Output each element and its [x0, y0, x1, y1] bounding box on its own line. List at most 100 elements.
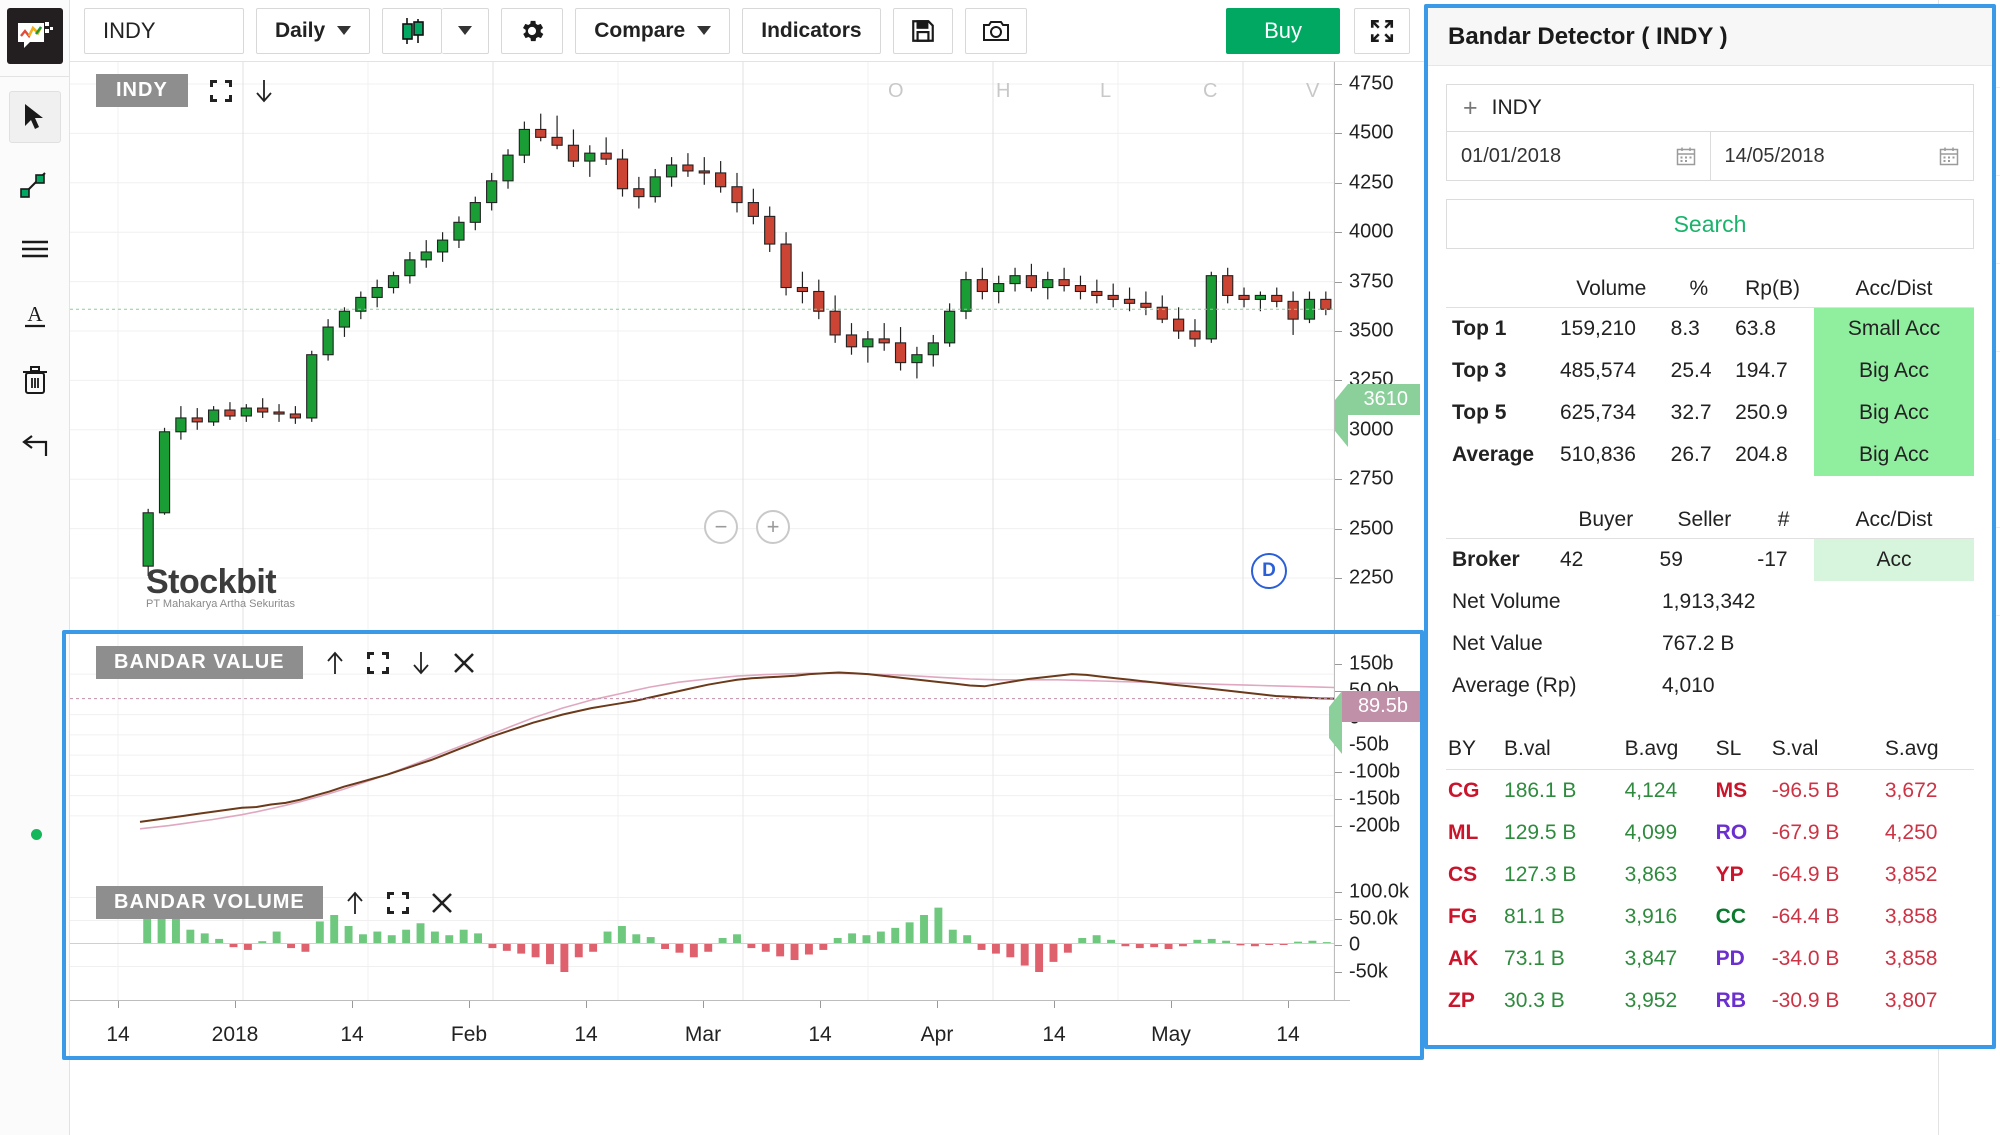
compare-button[interactable]: Compare [575, 8, 730, 54]
table-cell: 250.9 [1731, 392, 1814, 434]
table-cell: 194.7 [1731, 350, 1814, 392]
chart-settings-button[interactable] [501, 8, 563, 54]
table-row[interactable]: AK73.1 B3,847PD-34.0 B3,858 [1446, 938, 1974, 980]
col-header: Volume [1556, 271, 1667, 308]
zoom-in-button[interactable]: + [756, 510, 790, 544]
chart-type-dropdown[interactable] [442, 8, 489, 54]
date-from-field[interactable]: 01/01/2018 [1447, 132, 1710, 180]
save-icon [910, 18, 936, 44]
down-arrow-icon[interactable] [411, 651, 431, 675]
price-y-axis[interactable]: 4750450042504000375035003250300027502500… [1334, 62, 1424, 632]
bandar-volume-y-axis[interactable]: 100.0k50.0k0-50k [1334, 872, 1424, 1000]
sidebar-item-horizontal-lines-tool[interactable] [9, 223, 61, 275]
compare-label: Compare [594, 19, 685, 43]
bandar-value-title: BANDAR VALUE [96, 646, 303, 679]
y-tick-label: 2750 [1349, 468, 1394, 491]
fullscreen-button[interactable] [1354, 8, 1410, 54]
stockbit-watermark: Stockbit PT Mahakarya Artha Sekuritas [146, 563, 295, 610]
fullscreen-icon[interactable] [367, 652, 389, 674]
lines-icon [20, 238, 50, 260]
legend-collapse-icon[interactable] [254, 79, 274, 103]
up-arrow-icon[interactable] [325, 651, 345, 675]
table-cell: -34.0 B [1770, 938, 1883, 980]
table-cell: 3,852 [1883, 854, 1974, 896]
chevron-down-icon [337, 26, 351, 35]
stockbit-logo[interactable] [7, 8, 63, 64]
trash-icon [22, 366, 48, 396]
timeframe-label: Daily [275, 19, 325, 43]
table-cell: 625,734 [1556, 392, 1667, 434]
symbol-input[interactable]: INDY [84, 8, 244, 54]
close-icon[interactable] [453, 652, 475, 674]
panel-title: Bandar Detector ( INDY ) [1428, 8, 1992, 66]
sidebar-item-delete-tool[interactable] [9, 355, 61, 407]
col-header: S.val [1770, 733, 1883, 770]
date-from-value: 01/01/2018 [1461, 145, 1561, 168]
chart-type-button[interactable] [382, 8, 442, 54]
text-a-icon: A [21, 301, 49, 329]
table-cell: 3,858 [1883, 938, 1974, 980]
date-range-row: 01/01/2018 14/05/20 [1446, 132, 1974, 181]
bandar-value-y-axis[interactable]: 150b50.0b0-50b-100b-150b-200b [1334, 632, 1424, 872]
date-to-field[interactable]: 14/05/2018 [1710, 132, 1974, 180]
save-layout-button[interactable] [893, 8, 953, 54]
x-tick-label: 14 [340, 1023, 363, 1047]
table-cell: FG [1446, 896, 1502, 938]
indicators-button[interactable]: Indicators [742, 8, 880, 54]
table-cell: 25.4 [1667, 350, 1731, 392]
x-axis[interactable]: 14201814Feb14Mar14Apr14May14 [70, 1000, 1350, 1060]
dividend-marker[interactable]: D [1251, 553, 1287, 589]
buy-button[interactable]: Buy [1226, 8, 1340, 54]
trendline-icon [20, 168, 50, 198]
table-cell: 3,672 [1883, 770, 1974, 813]
y-tick [1335, 380, 1342, 381]
table-cell: Top 3 [1446, 350, 1556, 392]
sidebar-item-undo-tool[interactable] [9, 421, 61, 473]
x-tick [937, 1001, 938, 1008]
sidebar-item-cursor-tool[interactable] [9, 91, 61, 143]
table-row[interactable]: FG81.1 B3,916CC-64.4 B3,858 [1446, 896, 1974, 938]
snapshot-button[interactable] [965, 8, 1027, 54]
x-tick-label: Apr [921, 1023, 954, 1047]
table-row[interactable]: ML129.5 B4,099RO-67.9 B4,250 [1446, 812, 1974, 854]
symbol-search-input[interactable]: + INDY [1446, 84, 1974, 132]
table-row: Top 1159,2108.363.8Small Acc [1446, 308, 1974, 351]
sidebar-item-trendline-tool[interactable] [9, 157, 61, 209]
timeframe-dropdown[interactable]: Daily [256, 8, 370, 54]
y-tick-label: 3000 [1349, 418, 1394, 441]
table-cell: -64.4 B [1770, 896, 1883, 938]
legend-fullscreen-icon[interactable] [210, 80, 232, 102]
stat-row: Net Value767.2 B [1446, 623, 1974, 665]
bandar-volume-panel[interactable]: BANDAR VOLUME 100.0k50 [70, 872, 1424, 1000]
up-arrow-icon[interactable] [345, 891, 365, 915]
table-row[interactable]: ZP30.3 B3,952RB-30.9 B3,807 [1446, 980, 1974, 1022]
table-cell: -17 [1753, 539, 1814, 582]
table-cell: 127.3 B [1502, 854, 1623, 896]
main-price-chart[interactable]: INDY O H L C V Stockbit [70, 62, 1424, 632]
table-cell: 3,807 [1883, 980, 1974, 1022]
table-cell: 129.5 B [1502, 812, 1623, 854]
table-cell: 3,916 [1623, 896, 1714, 938]
x-tick-label: 14 [1042, 1023, 1065, 1047]
sidebar-item-text-tool[interactable]: A [9, 289, 61, 341]
panel-body: + INDY 01/01/2018 [1428, 66, 1992, 1022]
zoom-out-button[interactable]: − [704, 510, 738, 544]
table-row: Average510,83626.7204.8Big Acc [1446, 434, 1974, 476]
bandar-detector-panel: Bandar Detector ( INDY ) + INDY 01/01/20… [1428, 8, 1992, 1045]
bandar-value-panel[interactable]: BANDAR VALUE [70, 632, 1424, 872]
buy-label: Buy [1264, 18, 1302, 44]
search-button[interactable]: Search [1446, 199, 1974, 249]
stat-value: 767.2 B [1662, 632, 1734, 656]
y-tick [1335, 331, 1342, 332]
table-cell: Broker [1446, 539, 1556, 582]
table-cell: Big Acc [1814, 350, 1974, 392]
col-header: % [1667, 271, 1731, 308]
table-row[interactable]: CG186.1 B4,124MS-96.5 B3,672 [1446, 770, 1974, 813]
close-icon[interactable] [431, 892, 453, 914]
table-row[interactable]: CS127.3 B3,863YP-64.9 B3,852 [1446, 854, 1974, 896]
fullscreen-icon[interactable] [387, 892, 409, 914]
table-cell: 3,858 [1883, 896, 1974, 938]
symbol-label: INDY [103, 18, 156, 44]
table-cell: Top 1 [1446, 308, 1556, 351]
chevron-down-icon [458, 26, 472, 35]
